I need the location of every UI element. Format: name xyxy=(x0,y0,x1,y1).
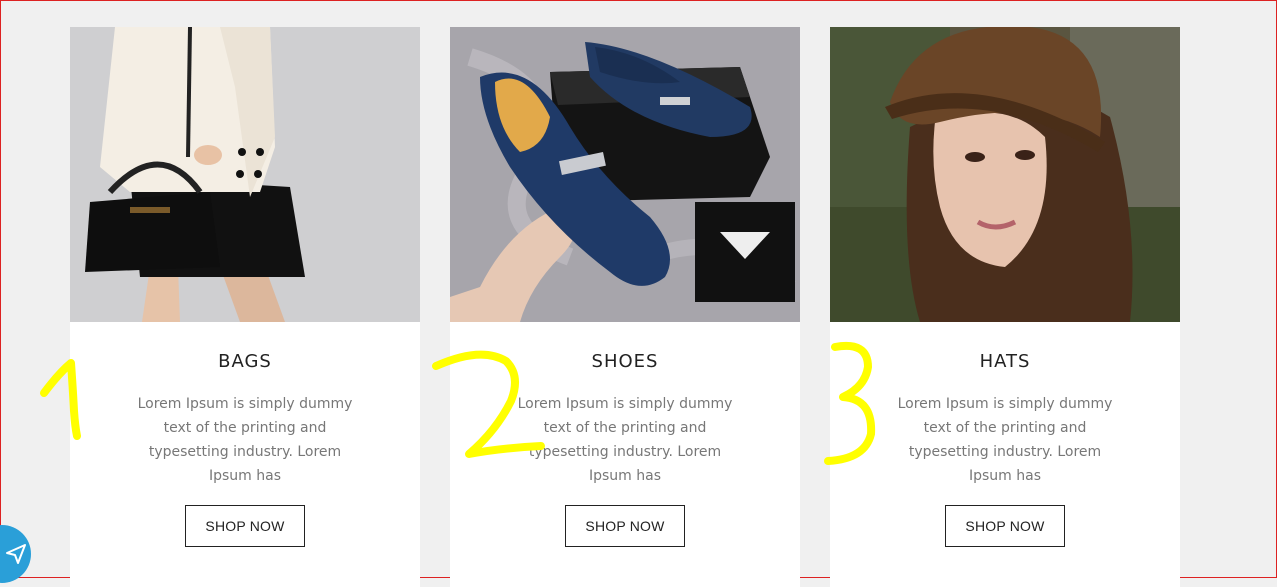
product-card-shoes: SHOES Lorem Ipsum is simply dummy text o… xyxy=(450,27,800,587)
annotation-number-3 xyxy=(824,342,876,465)
product-title: HATS xyxy=(979,351,1031,372)
send-icon xyxy=(6,544,26,564)
product-description: Lorem Ipsum is simply dummy text of the … xyxy=(137,396,353,484)
annotation-number-2 xyxy=(432,350,545,458)
product-image-bags[interactable] xyxy=(70,27,420,322)
shoes-photo xyxy=(450,27,800,322)
product-card-bags: BAGS Lorem Ipsum is simply dummy text of… xyxy=(70,27,420,587)
floating-send-button[interactable] xyxy=(0,525,31,583)
shop-now-button[interactable]: SHOP NOW xyxy=(185,505,305,547)
product-image-hats[interactable] xyxy=(830,27,1180,322)
shop-now-button[interactable]: SHOP NOW xyxy=(565,505,685,547)
product-title: BAGS xyxy=(218,351,272,372)
hat-photo xyxy=(830,27,1180,322)
product-description: Lorem Ipsum is simply dummy text of the … xyxy=(897,396,1113,484)
shop-now-button[interactable]: SHOP NOW xyxy=(945,505,1065,547)
product-image-shoes[interactable] xyxy=(450,27,800,322)
bag-photo xyxy=(70,27,420,322)
annotation-number-1 xyxy=(40,359,81,440)
product-card-hats: HATS Lorem Ipsum is simply dummy text of… xyxy=(830,27,1180,587)
